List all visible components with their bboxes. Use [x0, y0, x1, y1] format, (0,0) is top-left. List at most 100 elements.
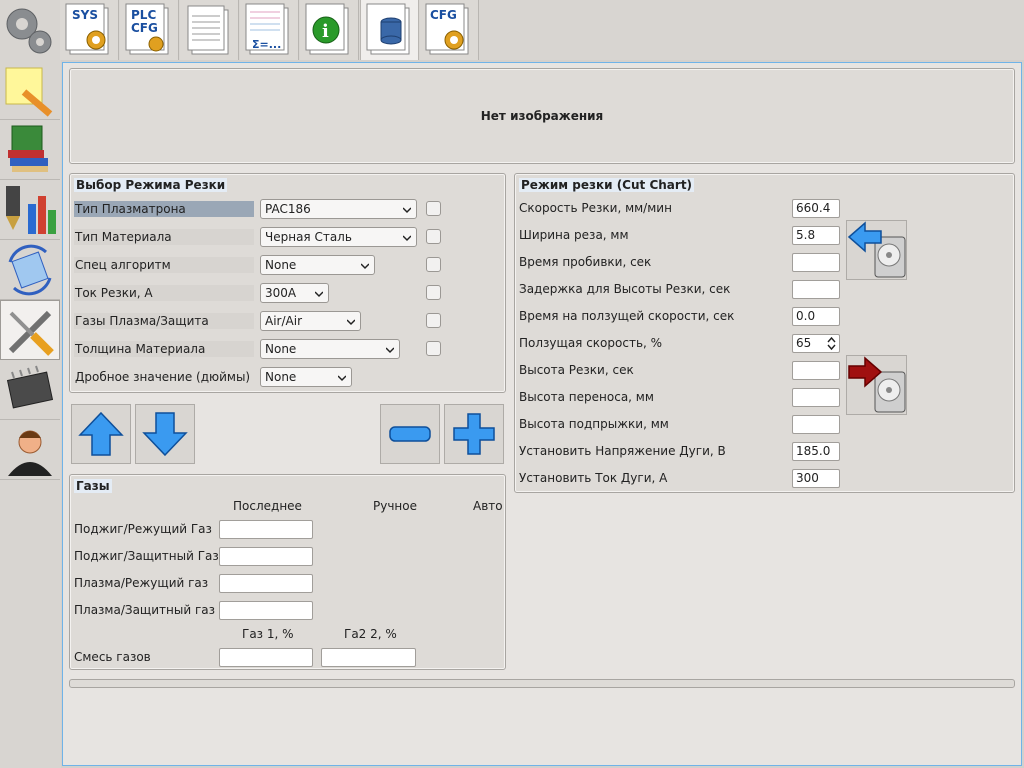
creep-speed-spinbox[interactable]: 65 [792, 334, 840, 353]
material-thickness-label: Толщина Материала [74, 341, 254, 357]
cut-current-label: Ток Резки, А [74, 285, 254, 301]
left-sidebar [0, 60, 61, 768]
ignition-cut-gas-field[interactable] [219, 520, 313, 539]
gas-mix-label: Смесь газов [74, 650, 151, 664]
tab-cfg-label: CFG [131, 21, 158, 35]
sidebar-item-mycnc[interactable] [0, 240, 60, 300]
arrow-down-icon [142, 412, 188, 457]
gas-row-label: Плазма/Режущий газ [74, 576, 209, 590]
gases-title: Газы [74, 479, 112, 493]
cut-height-delay-label: Задержка для Высоты Резки, сек [519, 282, 731, 296]
jump-height-field[interactable] [792, 415, 840, 434]
no-image-text: Нет изображения [480, 109, 604, 123]
tab-formula[interactable]: Σ=... [240, 0, 299, 60]
fraction-inches-label: Дробное значение (дюймы) [75, 370, 251, 384]
pierce-time-field[interactable] [792, 253, 840, 272]
kerf-width-field[interactable]: 5.8 [792, 226, 840, 245]
status-bar [69, 679, 1015, 688]
cut-chart-panel: Режим резки (Cut Chart) Скорость Резки, … [514, 173, 1015, 493]
gas-row-label: Поджиг/Защитный Газ [74, 549, 219, 563]
arc-voltage-field[interactable]: 185.0 [792, 442, 840, 461]
chevron-down-icon [386, 347, 394, 354]
torch-type-checkbox[interactable] [426, 201, 441, 216]
transfer-height-label: Высота переноса, мм [519, 390, 654, 404]
sidebar-item-notes[interactable] [0, 60, 60, 120]
tab-database[interactable] [360, 0, 419, 60]
minus-icon [389, 426, 431, 442]
cut-height-field[interactable] [792, 361, 840, 380]
special-algorithm-label: Спец алгоритм [74, 257, 254, 273]
add-button[interactable] [444, 404, 504, 464]
sidebar-item-library[interactable] [0, 120, 60, 180]
material-type-checkbox[interactable] [426, 229, 441, 244]
save-to-disk-button[interactable] [846, 355, 907, 415]
sidebar-item-tools-chart[interactable] [0, 180, 60, 240]
material-thickness-row: Толщина Материала None [74, 339, 504, 361]
database-icon [366, 3, 410, 55]
plasma-gas-value: Air/Air [265, 314, 302, 328]
gas2-mix-field[interactable] [321, 648, 416, 667]
image-preview-panel: Нет изображения [69, 68, 1015, 164]
cut-mode-title: Выбор Режима Резки [74, 178, 228, 192]
wrench-screwdriver-icon [8, 310, 54, 356]
cut-current-checkbox[interactable] [426, 285, 441, 300]
special-algorithm-select[interactable]: None [260, 255, 375, 275]
tab-plc-cfg[interactable]: PLC CFG [120, 0, 179, 60]
cut-height-label: Высота Резки, сек [519, 363, 634, 377]
tab-document[interactable] [180, 0, 239, 60]
spin-arrows-icon[interactable] [827, 336, 836, 351]
plus-icon [453, 413, 495, 455]
move-down-button[interactable] [135, 404, 195, 464]
torch-type-select[interactable]: PAC186 [260, 199, 417, 219]
jump-height-label: Высота подпрыжки, мм [519, 417, 669, 431]
cut-height-delay-field[interactable] [792, 280, 840, 299]
arc-current-label: Установить Ток Дуги, А [519, 471, 668, 485]
chevron-down-icon [347, 319, 355, 326]
gas1-mix-field[interactable] [219, 648, 313, 667]
material-type-value: Черная Сталь [265, 230, 352, 244]
remove-button[interactable] [380, 404, 440, 464]
plasma-shield-gas-field[interactable] [219, 601, 313, 620]
sidebar-item-hardware[interactable] [0, 360, 60, 420]
special-algorithm-value: None [265, 258, 297, 272]
move-up-button[interactable] [71, 404, 131, 464]
pierce-time-label: Время пробивки, сек [519, 255, 652, 269]
cut-chart-title: Режим резки (Cut Chart) [519, 178, 695, 192]
chevron-down-icon [315, 291, 323, 298]
creep-speed-value: 65 [796, 336, 812, 350]
cut-current-select[interactable]: 300A [260, 283, 329, 303]
sidebar-item-user[interactable] [0, 420, 60, 480]
creep-time-field[interactable]: 0.0 [792, 307, 840, 326]
fraction-inches-select[interactable]: None [260, 367, 352, 387]
plasma-cut-gas-field[interactable] [219, 574, 313, 593]
settings-gear-icon[interactable] [0, 0, 60, 60]
special-algorithm-checkbox[interactable] [426, 257, 441, 272]
fraction-inches-value: None [265, 370, 297, 384]
gas1-header: Газ 1, % [242, 627, 294, 641]
transfer-height-field[interactable] [792, 388, 840, 407]
load-from-disk-button[interactable] [846, 220, 907, 280]
material-type-label: Тип Материала [74, 229, 254, 245]
tab-formula-label: Σ=... [252, 38, 281, 51]
cut-speed-field[interactable]: 660.4 [792, 199, 840, 218]
torch-type-label: Тип Плазматрона [74, 201, 254, 217]
col-last-header: Последнее [233, 499, 302, 513]
note-pencil-icon [5, 67, 53, 117]
material-thickness-select[interactable]: None [260, 339, 400, 359]
material-type-select[interactable]: Черная Сталь [260, 227, 417, 247]
arc-current-field[interactable]: 300 [792, 469, 840, 488]
ignition-shield-gas-field[interactable] [219, 547, 313, 566]
sidebar-item-settings[interactable] [0, 300, 60, 360]
plasma-gas-checkbox[interactable] [426, 313, 441, 328]
material-type-row: Тип Материала Черная Сталь [74, 227, 504, 249]
gases-panel: Газы Последнее Ручное Авто Поджиг/Режущи… [69, 474, 506, 670]
tab-cfg[interactable]: CFG [420, 0, 479, 60]
plasma-gas-row: Газы Плазма/Защита Air/Air [74, 311, 504, 333]
material-thickness-checkbox[interactable] [426, 341, 441, 356]
chevron-down-icon [361, 263, 369, 270]
tab-sys[interactable]: SYS [60, 0, 119, 60]
cut-speed-label: Скорость Резки, мм/мин [519, 201, 672, 215]
tab-info[interactable]: i [300, 0, 359, 60]
col-manual-header: Ручное [373, 499, 417, 513]
plasma-gas-select[interactable]: Air/Air [260, 311, 361, 331]
